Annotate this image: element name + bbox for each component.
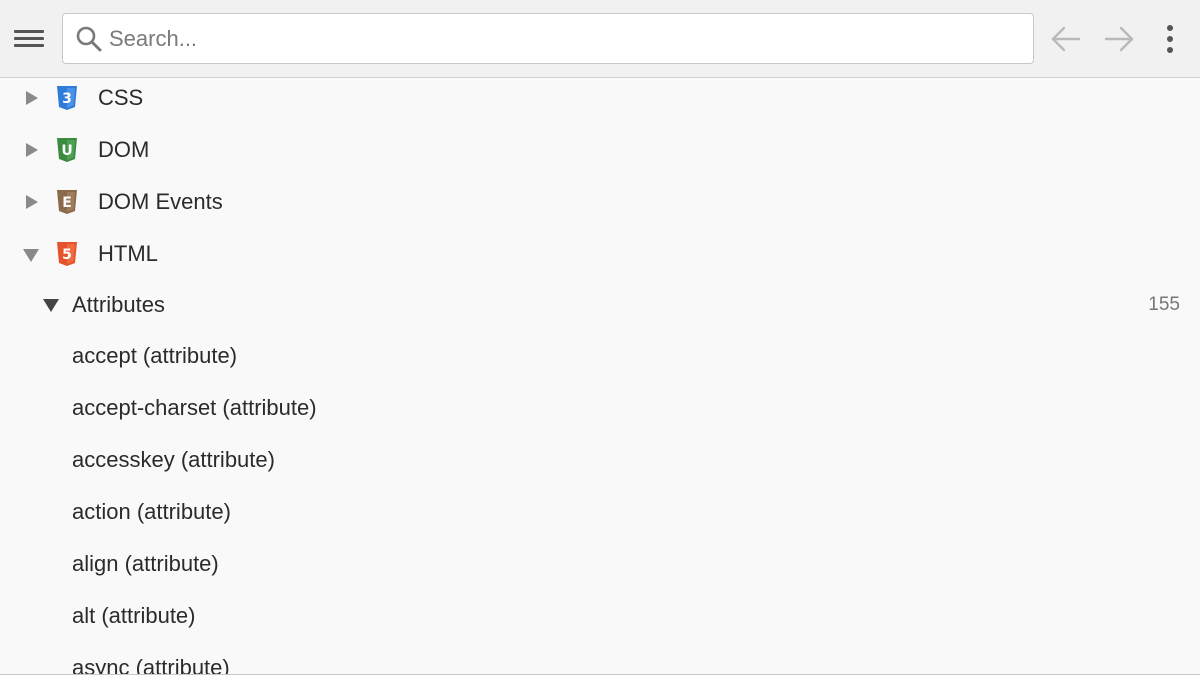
collapse-arrow-icon[interactable] [43,299,59,312]
svg-text:3: 3 [62,91,72,107]
vertical-dots-icon [1167,25,1173,31]
docset-row-dom[interactable]: U DOM [0,125,1200,175]
svg-text:U: U [61,143,72,159]
search-box[interactable] [62,13,1034,64]
entry-label: alt (attribute) [72,603,196,628]
entry-label: accept-charset (attribute) [72,395,317,420]
css3-shield-icon: 3 [57,86,77,110]
dom-shield-icon: U [57,138,77,162]
list-item[interactable]: accesskey (attribute) [0,435,1200,485]
docset-label: HTML [98,241,158,266]
svg-text:5: 5 [62,247,72,263]
entry-label: align (attribute) [72,551,219,576]
html5-shield-icon: 5 [57,242,77,266]
list-item[interactable]: accept (attribute) [0,331,1200,381]
list-item[interactable]: align (attribute) [0,539,1200,589]
list-item[interactable]: accept-charset (attribute) [0,383,1200,433]
back-button[interactable] [1050,24,1082,54]
entry-count-badge: 155 [1148,294,1180,315]
search-input[interactable] [109,14,1009,63]
search-icon [76,26,102,52]
group-label: Attributes [72,292,165,317]
forward-button[interactable] [1103,24,1135,54]
docset-row-css[interactable]: 3 CSS [0,78,1200,123]
expand-arrow-icon[interactable] [26,91,38,105]
arrow-left-icon [1051,26,1081,52]
expand-arrow-icon[interactable] [26,195,38,209]
group-row-attributes[interactable]: Attributes 155 [0,280,1200,330]
entry-label: accept (attribute) [72,343,238,368]
entry-label: accesskey (attribute) [72,447,275,472]
docset-label: CSS [98,85,144,110]
docset-tree: 3 CSS U DOM E DOM Events 5 HTML Attribut… [0,78,1200,675]
entry-label: action (attribute) [72,499,231,524]
arrow-right-icon [1104,26,1134,52]
toolbar [0,0,1200,78]
list-item[interactable]: action (attribute) [0,487,1200,537]
dom-events-shield-icon: E [57,190,77,214]
entry-label: async (attribute) [72,655,230,675]
docset-row-dom-events[interactable]: E DOM Events [0,177,1200,227]
docset-label: DOM Events [98,189,223,214]
list-item[interactable]: alt (attribute) [0,591,1200,641]
hamburger-menu-icon[interactable] [12,26,46,52]
more-options-button[interactable] [1158,22,1182,56]
docset-row-html[interactable]: 5 HTML [0,229,1200,279]
expand-arrow-icon[interactable] [26,143,38,157]
collapse-arrow-icon[interactable] [23,249,39,262]
svg-text:E: E [62,195,72,211]
list-item[interactable]: async (attribute) [0,643,1200,675]
docset-label: DOM [98,137,150,162]
